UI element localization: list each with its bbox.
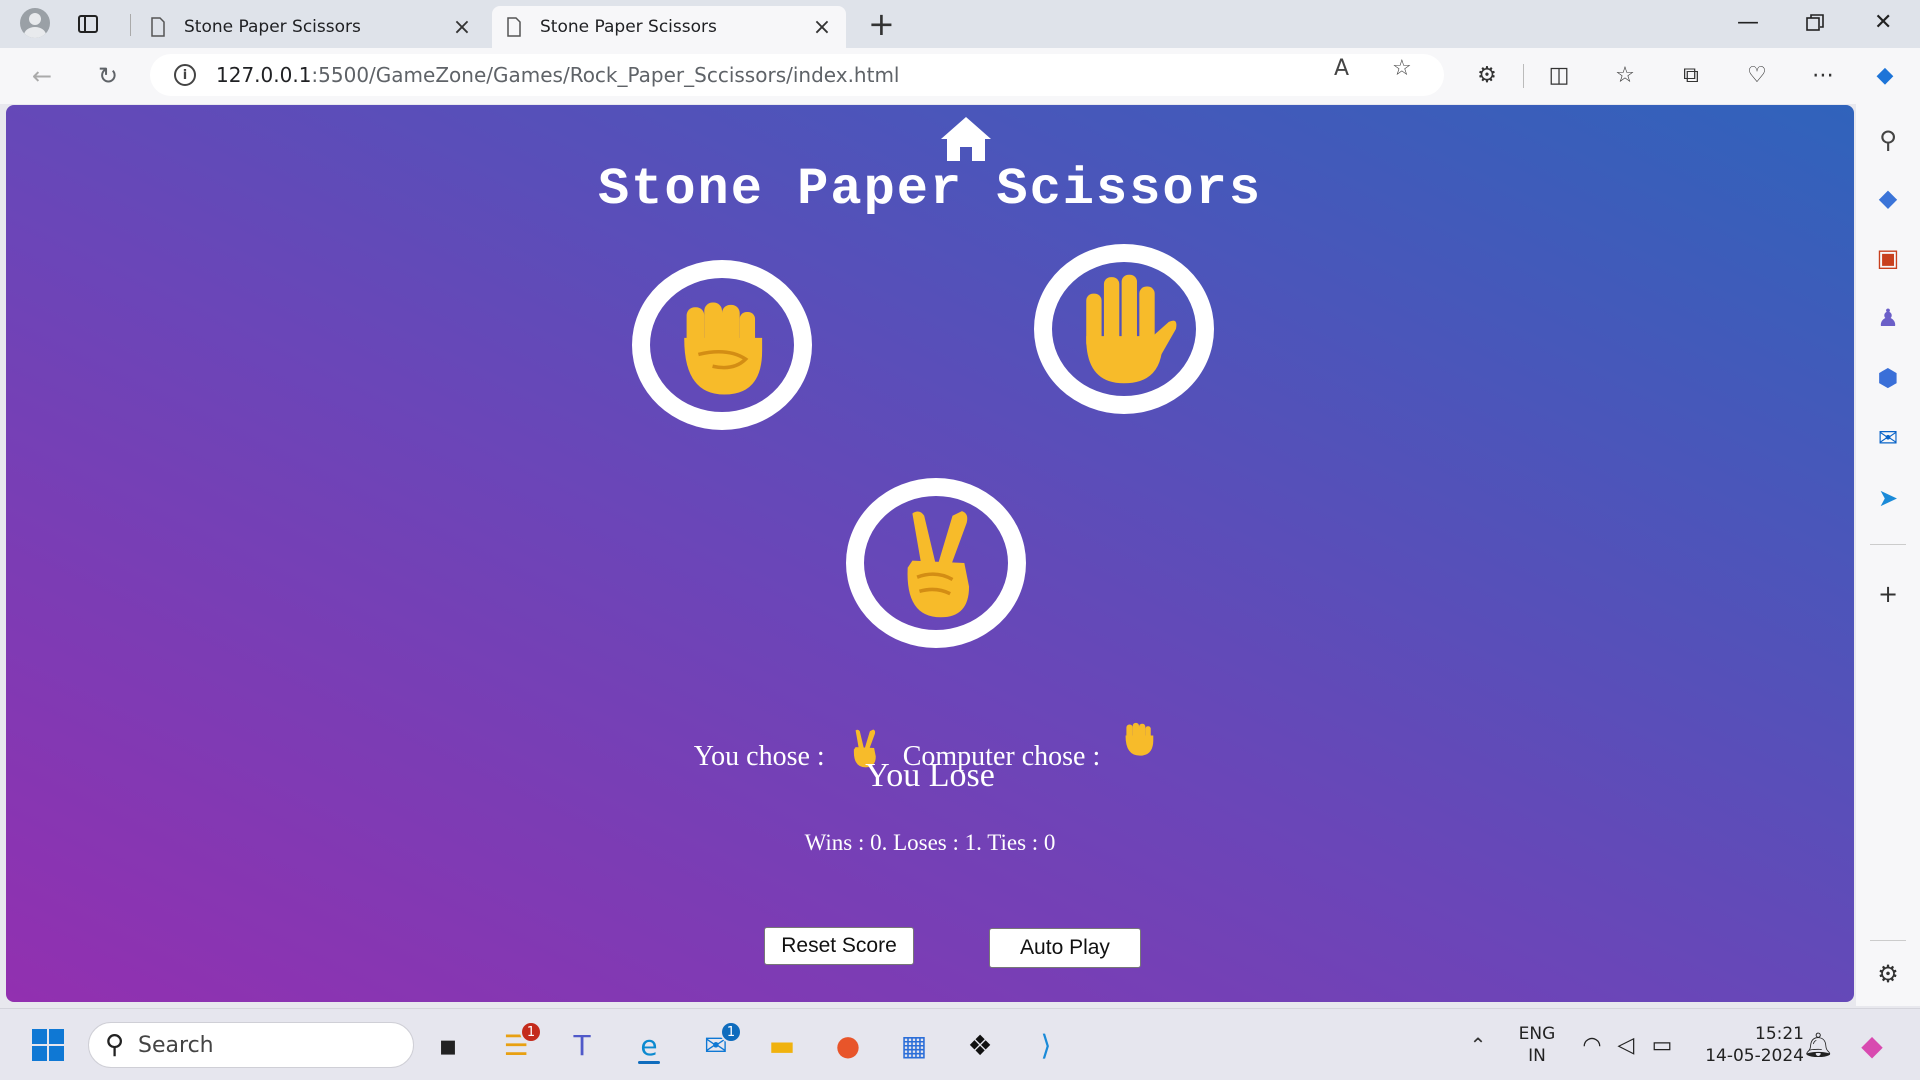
url-path: :5500/GameZone/Games/Rock_Paper_Sccissor… <box>311 63 900 87</box>
language-code: ENG <box>1518 1024 1556 1044</box>
outlook-icon[interactable]: ✉ <box>1872 422 1904 454</box>
home-icon[interactable] <box>939 115 993 163</box>
shopping-tag-icon[interactable]: ◆ <box>1872 182 1904 214</box>
drop-icon[interactable]: ➤ <box>1872 482 1904 514</box>
windows-start-icon[interactable] <box>26 1023 70 1067</box>
show-hidden-icons-chevron-icon[interactable]: ⌃ <box>1456 1023 1500 1067</box>
reset-score-button[interactable]: Reset Score <box>764 927 914 965</box>
page-icon <box>151 17 165 37</box>
search-placeholder: Search <box>138 1032 214 1058</box>
outcome-text: You Lose <box>865 757 995 794</box>
url-host: 127.0.0.1 <box>216 63 312 87</box>
computer-rock-icon <box>1125 722 1154 756</box>
mail-icon[interactable]: ✉ 1 <box>694 1021 742 1067</box>
dropbox-icon[interactable]: ❖ <box>958 1023 1002 1067</box>
microsoft-365-icon[interactable]: ⬢ <box>1872 362 1904 394</box>
region-code: IN <box>1528 1046 1546 1066</box>
score-text: Wins : 0. Loses : 1. Ties : 0 <box>804 830 1056 855</box>
microsoft-store-icon[interactable]: ▦ <box>892 1023 936 1067</box>
windows-taskbar: ⚲ Search ▪ ☰ 1 T e ✉ 1 ▬ ● ▦ ❖ ⟩ ⌃ ENG I… <box>0 1008 1920 1080</box>
tab-title: Stone Paper Scissors <box>540 17 717 37</box>
rock-button[interactable] <box>632 260 812 430</box>
clock[interactable]: 15:21 14-05-2024 <box>1694 1023 1804 1067</box>
file-explorer-icon[interactable]: ▬ <box>760 1023 804 1067</box>
read-aloud-icon[interactable]: A <box>1334 56 1349 81</box>
copilot-icon[interactable]: ◆ <box>1870 60 1900 90</box>
auto-play-button[interactable]: Auto Play <box>989 928 1141 968</box>
close-window-icon[interactable]: ✕ <box>1874 10 1892 35</box>
tab-active[interactable]: Stone Paper Scissors × <box>492 6 846 48</box>
notification-badge: 1 <box>720 1021 742 1043</box>
rock-fist-icon <box>684 302 763 395</box>
more-menu-icon[interactable]: ⋯ <box>1808 60 1838 90</box>
game-title: Stone Paper Scissors <box>597 160 1263 219</box>
browser-toolbar: ← ↻ i 127.0.0.1 :5500/GameZone/Games/Roc… <box>0 48 1920 104</box>
close-tab-icon[interactable]: × <box>812 15 832 40</box>
page-icon <box>507 17 521 37</box>
address-bar[interactable]: i 127.0.0.1 :5500/GameZone/Games/Rock_Pa… <box>150 54 1444 96</box>
site-info-icon[interactable]: i <box>174 64 196 86</box>
task-view-icon[interactable]: ▪ <box>426 1023 470 1067</box>
tools-icon[interactable]: ▣ <box>1872 242 1904 274</box>
edge-sidebar: ⚲ ◆ ▣ ♟ ⬢ ✉ ➤ + ⚙ <box>1856 104 1920 1006</box>
firefox-icon[interactable]: ● <box>826 1023 870 1067</box>
favorites-icon[interactable]: ☆ <box>1610 60 1640 90</box>
active-indicator <box>638 1061 660 1064</box>
games-icon[interactable]: ♟ <box>1872 302 1904 334</box>
page-viewport: Stone Paper Scissors You chose: Compute… <box>6 105 1854 1002</box>
extensions-icon[interactable]: ⚙ <box>1472 60 1502 90</box>
notification-bell-icon[interactable]: 🔔︎ <box>1796 1023 1840 1067</box>
tab-inactive[interactable]: Stone Paper Scissors × <box>136 6 486 48</box>
refresh-icon[interactable]: ↻ <box>92 60 124 92</box>
time-text: 15:21 <box>1755 1024 1804 1044</box>
close-tab-icon[interactable]: × <box>452 15 472 40</box>
restore-icon[interactable] <box>1806 14 1824 32</box>
edge-browser-icon[interactable]: e <box>627 1023 671 1067</box>
tab-strip: Stone Paper Scissors × Stone Paper Sciss… <box>0 0 1920 48</box>
minimize-icon[interactable]: — <box>1737 10 1759 35</box>
scissors-button[interactable] <box>846 478 1026 648</box>
split-screen-icon[interactable]: ◫ <box>1544 60 1574 90</box>
browser-essentials-icon[interactable]: ♡ <box>1742 60 1772 90</box>
notification-badge: 1 <box>520 1021 542 1043</box>
sidebar-separator <box>1870 544 1906 545</box>
vscode-icon[interactable]: ⟩ <box>1024 1023 1068 1067</box>
battery-icon[interactable]: ▭ <box>1640 1023 1684 1067</box>
copilot-pre-icon[interactable]: ◆ <box>1850 1023 1894 1067</box>
paper-hand-icon <box>1086 274 1177 384</box>
date-text: 14-05-2024 <box>1705 1046 1804 1066</box>
language-indicator[interactable]: ENG IN <box>1514 1023 1560 1067</box>
tab-title: Stone Paper Scissors <box>184 17 361 37</box>
search-icon[interactable]: ⚲ <box>1872 124 1904 156</box>
profile-avatar-icon[interactable] <box>20 8 50 38</box>
tab-actions-icon[interactable] <box>76 12 100 36</box>
new-tab-icon[interactable]: + <box>868 8 895 40</box>
taskbar-search[interactable]: ⚲ Search <box>88 1022 414 1068</box>
notes-app-icon[interactable]: ☰ 1 <box>494 1021 542 1067</box>
settings-gear-icon[interactable]: ⚙ <box>1872 958 1904 990</box>
paper-button[interactable] <box>1034 244 1214 414</box>
search-icon: ⚲ <box>105 1030 125 1060</box>
teams-icon[interactable]: T <box>560 1023 604 1067</box>
add-app-icon[interactable]: + <box>1872 578 1904 610</box>
sidebar-separator <box>1870 940 1906 941</box>
favorite-star-icon[interactable]: ☆ <box>1392 56 1412 81</box>
scissors-victory-hand-icon <box>907 511 970 618</box>
collections-icon[interactable]: ⧉ <box>1676 60 1706 90</box>
toolbar-separator <box>1523 64 1524 88</box>
tab-separator <box>130 14 131 36</box>
back-icon[interactable]: ← <box>26 60 58 92</box>
